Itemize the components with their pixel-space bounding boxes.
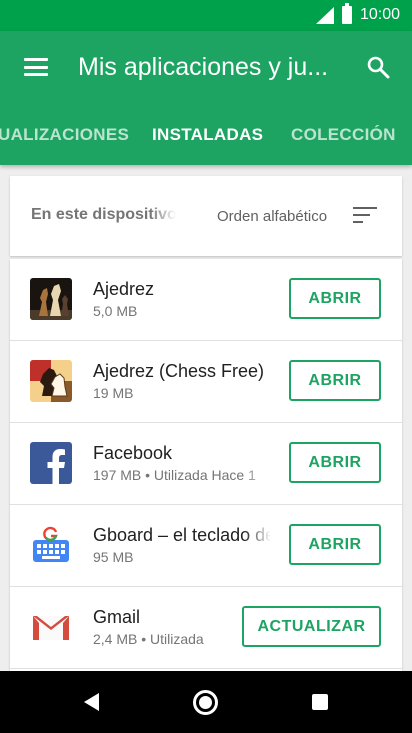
installed-apps-list: Ajedrez 5,0 MB ABRIR Ajedrez (Chess Free…	[10, 259, 402, 671]
chess-knight-icon	[30, 360, 72, 402]
list-item[interactable]: Gmail 2,4 MB • Utilizada ACTUALIZAR	[10, 587, 402, 669]
app-bar: Mis aplicaciones y ju... UALIZACIONES IN…	[0, 31, 412, 165]
update-button[interactable]: ACTUALIZAR	[242, 606, 381, 647]
status-bar: 10:00	[0, 0, 412, 31]
app-size: 5,0 MB	[93, 303, 138, 319]
gboard-icon	[30, 524, 72, 566]
battery-full-icon	[342, 3, 352, 24]
list-item[interactable]: Facebook 197 MB • Utilizada Hace 1 ABRIR	[10, 423, 402, 505]
open-button[interactable]: ABRIR	[289, 278, 381, 319]
app-size: 95 MB	[93, 549, 134, 565]
status-time: 10:00	[359, 6, 400, 23]
recents-icon[interactable]	[312, 694, 328, 710]
list-item[interactable]: Gboard – el teclado de Google 95 MB ABRI…	[10, 505, 402, 587]
filter-card: En este dispositivo Orden alfabético	[10, 176, 402, 256]
app-name: Ajedrez	[93, 279, 155, 299]
app-name: Ajedrez (Chess Free)	[93, 361, 265, 381]
open-button[interactable]: ABRIR	[289, 360, 381, 401]
app-name: Facebook	[93, 443, 173, 463]
chess-pieces-icon	[30, 278, 72, 320]
back-icon[interactable]	[84, 693, 99, 711]
list-item[interactable]: Ajedrez 5,0 MB ABRIR	[10, 259, 402, 341]
app-size-usage: 197 MB • Utilizada Hace 1	[93, 467, 256, 483]
device-filter[interactable]: En este dispositivo	[31, 206, 176, 224]
sort-order-label[interactable]: Orden alfabético	[217, 208, 327, 225]
open-button[interactable]: ABRIR	[289, 524, 381, 565]
app-size: 19 MB	[93, 385, 134, 401]
system-nav-bar	[0, 671, 412, 733]
list-item[interactable]: Ajedrez (Chess Free) 19 MB ABRIR	[10, 341, 402, 423]
app-size-usage: 2,4 MB • Utilizada	[93, 631, 204, 647]
home-icon[interactable]	[193, 690, 218, 715]
facebook-icon	[30, 442, 72, 484]
open-button[interactable]: ABRIR	[289, 442, 381, 483]
hamburger-menu-icon[interactable]	[24, 58, 48, 76]
app-name: Gboard – el teclado de Google	[93, 525, 271, 545]
tab-instaladas[interactable]: INSTALADAS	[152, 125, 263, 145]
cell-signal-icon	[316, 7, 334, 24]
search-icon[interactable]	[366, 55, 390, 79]
app-name: Gmail	[93, 607, 141, 627]
gmail-icon	[30, 606, 72, 648]
tab-bar: UALIZACIONES INSTALADAS COLECCIÓN	[0, 115, 412, 165]
tab-actualizaciones[interactable]: UALIZACIONES	[0, 125, 129, 145]
sort-icon[interactable]	[353, 207, 377, 225]
tab-coleccion[interactable]: COLECCIÓN	[291, 125, 396, 145]
page-title: Mis aplicaciones y ju...	[78, 53, 329, 81]
